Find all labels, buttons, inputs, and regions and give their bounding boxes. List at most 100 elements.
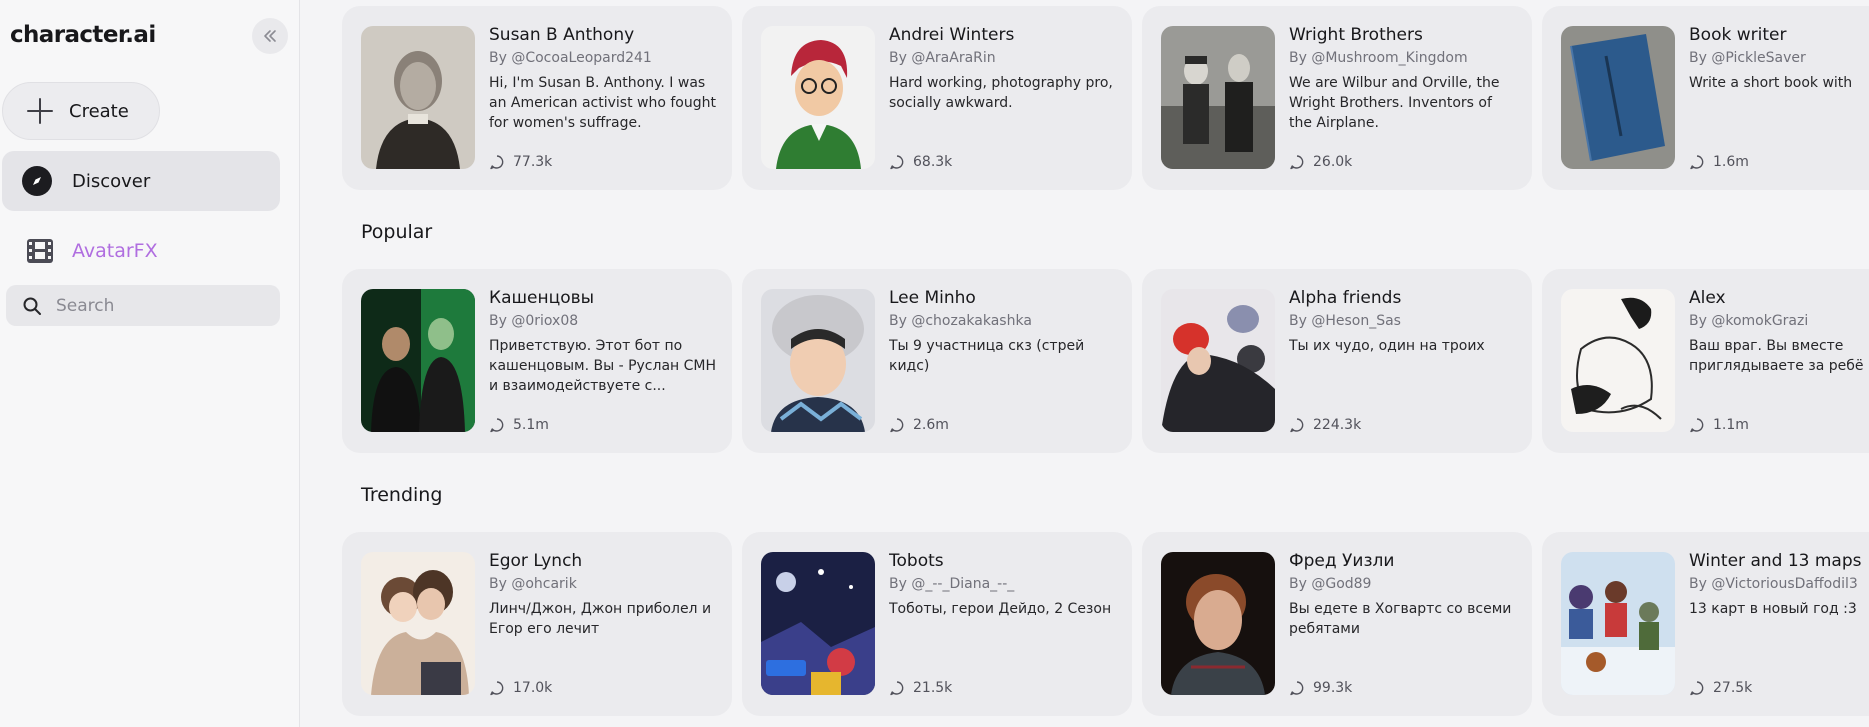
chat-bubble-icon [1690,418,1704,433]
chat-count: 2.6m [889,417,949,433]
character-card[interactable]: Andrei Winters By @AraAraRin Hard workin… [742,6,1132,190]
chat-count: 224.3k [1289,417,1361,433]
character-avatar [1161,26,1275,169]
chat-count-value: 99.3k [1313,680,1353,696]
nav-avatarfx[interactable]: AvatarFX [2,230,280,272]
chat-count-value: 26.0k [1313,154,1353,170]
chat-count: 1.6m [1689,154,1749,170]
chat-bubble-icon [890,418,904,433]
chat-count-value: 17.0k [513,680,553,696]
character-card[interactable]: Egor Lynch By @ohcarik Линч/Джон, Джон п… [342,532,732,716]
chat-bubble-icon [1290,681,1304,696]
chat-bubble-icon [490,681,504,696]
chat-bubble-icon [1690,155,1704,170]
double-chevron-left-icon [264,30,276,42]
character-author[interactable]: By @komokGrazi [1689,311,1869,331]
character-card[interactable]: Winter and 13 maps By @VictoriousDaffodi… [1542,532,1869,716]
chat-bubble-icon [490,418,504,433]
plus-icon [27,98,53,124]
chat-count: 5.1m [489,417,549,433]
chat-bubble-icon [490,155,504,170]
character-card[interactable]: Alex By @komokGrazi Ваш враг. Вы вместе … [1542,269,1869,453]
character-name: Фред Уизли [1289,551,1395,571]
film-icon [27,239,53,263]
chat-count: 17.0k [489,680,552,696]
character-author[interactable]: By @ohcarik [489,574,729,594]
character-name: Winter and 13 maps [1689,551,1862,571]
character-author[interactable]: By @CocoaLeopard241 [489,48,729,68]
nav-discover[interactable]: Discover [2,151,280,211]
avatarfx-label: AvatarFX [72,240,158,262]
character-author[interactable]: By @_--_Diana_--_ [889,574,1129,594]
chat-count-value: 224.3k [1313,417,1362,433]
character-description: We are Wilbur and Orville, the Wright Br… [1289,75,1500,131]
character-avatar [1561,26,1675,169]
featured-row: Susan B Anthony By @CocoaLeopard241 Hi, … [342,6,1869,190]
chat-count-value: 27.5k [1713,680,1753,696]
character-card[interactable]: Lee Minho By @chozakakashka Ты 9 участни… [742,269,1132,453]
character-author[interactable]: By @chozakakashka [889,311,1129,331]
chat-count: 77.3k [489,154,552,170]
character-card[interactable]: Alpha friends By @Heson_Sas Ты их чудо, … [1142,269,1532,453]
character-card[interactable]: Book writer By @PickleSaver Write a shor… [1542,6,1869,190]
discover-label: Discover [72,170,151,192]
chat-count-value: 2.6m [913,417,949,433]
character-description: Приветствую. Этот бот по кашенцовым. Вы … [489,338,717,394]
character-author[interactable]: By @Mushroom_Kingdom [1289,48,1529,68]
main-content: Susan B Anthony By @CocoaLeopard241 Hi, … [300,0,1869,727]
character-author[interactable]: By @VictoriousDaffodil3 [1689,574,1869,594]
character-description: Hi, I'm Susan B. Anthony. I was an Ameri… [489,75,716,131]
chat-count-value: 77.3k [513,154,553,170]
search-icon [23,297,41,315]
character-avatar [361,26,475,169]
search-placeholder: Search [56,295,115,316]
logo[interactable]: character.ai [10,22,156,48]
character-name: Susan B Anthony [489,25,635,45]
chat-count: 99.3k [1289,680,1352,696]
character-author[interactable]: By @God89 [1289,574,1529,594]
sidebar: character.ai Create Discover AvatarFX Se… [0,0,300,727]
character-avatar [1161,289,1275,432]
character-description: Ты их чудо, один на троих [1289,338,1485,354]
character-name: Egor Lynch [489,551,583,571]
character-description: 13 карт в новый год :3 [1689,601,1857,617]
character-author[interactable]: By @AraAraRin [889,48,1129,68]
chat-count: 27.5k [1689,680,1752,696]
character-author[interactable]: By @0riox08 [489,311,729,331]
character-description: Ваш враг. Вы вместе приглядываете за реб… [1689,338,1864,374]
character-description: Write a short book with [1689,75,1853,91]
character-card[interactable]: Кашенцовы By @0riox08 Приветствую. Этот … [342,269,732,453]
chat-bubble-icon [1690,681,1704,696]
character-card[interactable]: Wright Brothers By @Mushroom_Kingdom We … [1142,6,1532,190]
character-card[interactable]: Tobots By @_--_Diana_--_ Тоботы, герои Д… [742,532,1132,716]
character-card[interactable]: Susan B Anthony By @CocoaLeopard241 Hi, … [342,6,732,190]
character-name: Alex [1689,288,1726,308]
character-avatar [1561,289,1675,432]
character-card[interactable]: Фред Уизли By @God89 Вы едете в Хогвартс… [1142,532,1532,716]
character-avatar [761,289,875,432]
collapse-sidebar-button[interactable] [252,18,288,54]
character-name: Кашенцовы [489,288,595,308]
popular-row: Кашенцовы By @0riox08 Приветствую. Этот … [342,269,1869,453]
character-description: Тоботы, герои Дейдо, 2 Сезон [889,601,1112,617]
character-avatar [1161,552,1275,695]
character-avatar [361,289,475,432]
character-description: Hard working, photography pro, socially … [889,75,1113,111]
character-name: Wright Brothers [1289,25,1423,45]
character-name: Tobots [889,551,944,571]
character-author[interactable]: By @Heson_Sas [1289,311,1529,331]
create-button[interactable]: Create [2,82,160,140]
section-title-popular: Popular [361,221,433,243]
character-description: Ты 9 участница скз (стрей кидс) [889,338,1085,374]
character-description: Вы едете в Хогвартс со всеми ребятами [1289,601,1512,637]
chat-count: 26.0k [1289,154,1352,170]
search-input[interactable]: Search [6,285,280,326]
section-title-trending: Trending [361,484,443,506]
character-author[interactable]: By @PickleSaver [1689,48,1869,68]
chat-count: 1.1m [1689,417,1749,433]
chat-bubble-icon [890,681,904,696]
trending-row: Egor Lynch By @ohcarik Линч/Джон, Джон п… [342,532,1869,716]
character-name: Alpha friends [1289,288,1402,308]
chat-count-value: 21.5k [913,680,953,696]
chat-count-value: 5.1m [513,417,549,433]
